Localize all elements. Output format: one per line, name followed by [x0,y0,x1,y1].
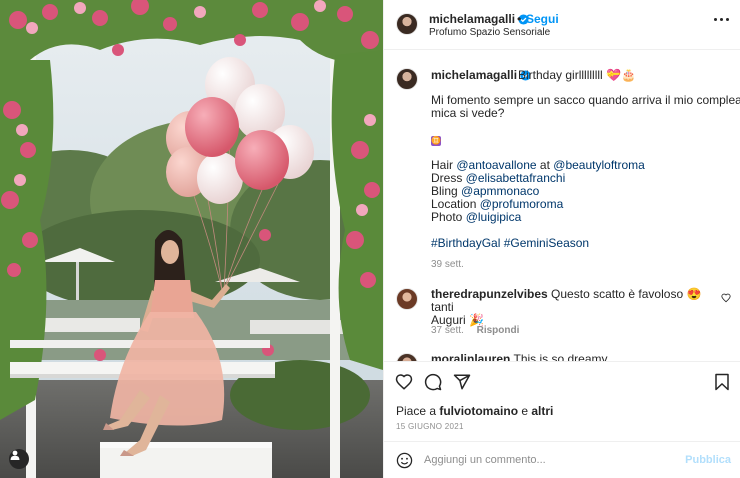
commenter-username[interactable]: theredrapunzelvibes [431,287,548,301]
caption-text-line: mica si vede? [431,106,505,120]
mention-link[interactable]: @apmmonaco [461,184,539,198]
location-link[interactable]: Profumo Spazio Sensoriale [429,27,550,38]
mention-link[interactable]: @beautyloftroma [553,158,645,172]
emoji-icon[interactable] [396,452,413,469]
caption-username[interactable]: michelamagalli [431,68,517,82]
caption-author: michelamagalli [431,68,531,84]
post-photo[interactable] [0,0,383,478]
commenter-username[interactable]: moralinlauren [431,352,510,362]
author-username[interactable]: michelamagalli [429,12,515,26]
credit-label: Bling [431,184,462,198]
follow-button[interactable]: Segui [526,12,559,26]
comment-icon[interactable] [424,373,442,391]
comment-input[interactable] [424,451,674,469]
heart-icon[interactable] [721,293,731,303]
credit-label: Dress [431,171,466,185]
credit-line: Photo @luigipica [431,211,731,224]
liked-by-others[interactable]: altri [531,404,553,418]
separator-dot: • [517,12,522,26]
liked-by-user[interactable]: fulviotomaino [439,404,518,418]
post-actions: Piace a fulviotomaino e altri 15 GIUGNO … [384,361,740,441]
caption-body: Mi fomento sempre un sacco quando arriva… [431,94,740,250]
credit-connector: at [536,158,554,172]
credit-label: Photo [431,210,466,224]
comment-text-line: This is so dreamy [513,352,608,362]
comment-text: moralinlauren This is so dreamy [431,352,716,362]
comment-text: theredrapunzelvibes Questo scatto è favo… [431,288,716,327]
reply-button[interactable]: Rispondi [477,325,520,336]
share-icon[interactable] [453,373,471,391]
author-name-row: michelamagalli [429,12,529,28]
likes-prefix: Piace a [396,404,440,418]
commenter-avatar[interactable] [396,288,418,310]
hashtags[interactable]: #BirthdayGal #GeminiSeason [431,237,731,250]
likes-summary: Piace a fulviotomaino e altri [396,404,553,418]
comment-meta: 37 sett. Rispondi [431,325,519,336]
commenter-avatar[interactable] [396,353,418,361]
post-side-panel: michelamagalli • Segui Profumo Spazio Se… [383,0,740,478]
credit-label: Hair [431,158,457,172]
post-date[interactable]: 15 GIUGNO 2021 [396,422,464,431]
caption-age[interactable]: 39 sett. [431,259,464,270]
mention-link[interactable]: @antoavallone [456,158,536,172]
likes-connector: e [518,404,532,418]
caption-first-line: Birthday girlllllllll 💝🎂 [518,68,636,82]
publish-button[interactable]: Pubblica [685,454,731,466]
caption-avatar[interactable] [396,68,418,90]
author-avatar[interactable] [396,13,418,35]
add-comment-bar: Pubblica [384,441,740,478]
comment-age[interactable]: 37 sett. [431,325,464,336]
mention-link[interactable]: @elisabettafranchi [466,171,566,185]
more-icon[interactable] [714,18,729,21]
mention-link[interactable]: @profumoroma [480,197,564,211]
instagram-post: michelamagalli • Segui Profumo Spazio Se… [0,0,740,478]
user-tag-icon[interactable] [9,449,29,469]
comments-list[interactable]: michelamagalli Birthday girlllllllll 💝🎂 … [384,51,740,361]
credit-label: Location [431,197,480,211]
gemini-emoji: ♊ [431,136,441,146]
mention-link[interactable]: @luigipica [466,210,522,224]
heart-icon[interactable] [395,373,413,391]
post-header: michelamagalli • Segui Profumo Spazio Se… [384,0,740,50]
photo-illustration [0,0,383,478]
bookmark-icon[interactable] [714,373,730,391]
